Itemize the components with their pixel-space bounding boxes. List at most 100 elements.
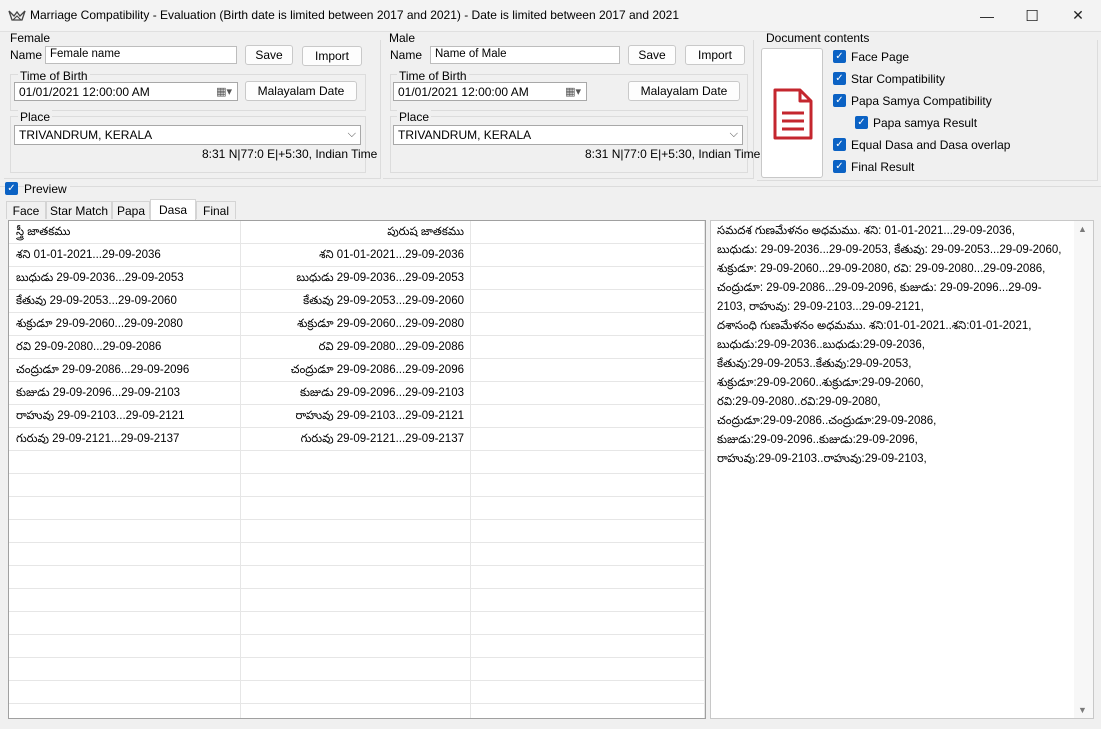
female-name-input[interactable]: Female name <box>45 46 237 64</box>
equal-dasa-checkbox[interactable]: ✓ <box>833 138 846 151</box>
calendar-icon[interactable]: ▦▾ <box>216 85 232 98</box>
tab-final[interactable]: Final <box>196 201 236 219</box>
text-line: రవి:29-09-2080..రవి:29-09-2080, <box>717 396 881 408</box>
final-result-label: Final Result <box>851 160 915 174</box>
table-row[interactable] <box>9 635 705 658</box>
text-line: రాహువు:29-09-2103..రాహువు:29-09-2103, <box>717 453 927 465</box>
male-place-label: Place <box>397 110 432 124</box>
header-female-horoscope: స్త్రీ జాతకము <box>9 221 241 243</box>
female-malayalam-date-button[interactable]: Malayalam Date <box>245 81 357 101</box>
doc-contents-label: Document contents <box>766 31 870 45</box>
text-line: సమదశ గుణమేళనం అధమము. శని: 01-01-2021...2… <box>717 225 1015 237</box>
female-coordinates: 8:31 N|77:0 E|+5:30, Indian Time <box>202 147 378 161</box>
table-row[interactable]: బుధుడు 29-09-2036...29-09-2053 బుధుడు 29… <box>9 267 705 290</box>
star-compatibility-checkbox[interactable]: ✓ <box>833 72 846 85</box>
table-row[interactable]: రవి 29-09-2080...29-09-2086 రవి 29-09-20… <box>9 336 705 359</box>
male-import-button[interactable]: Import <box>685 45 745 65</box>
window-title: Marriage Compatibility - Evaluation (Bir… <box>30 8 680 22</box>
female-tob-value: 01/01/2021 12:00:00 AM <box>19 85 150 99</box>
male-malayalam-date-button[interactable]: Malayalam Date <box>628 81 740 101</box>
chevron-down-icon[interactable]: ⌵ <box>348 128 356 141</box>
document-icon <box>773 88 813 140</box>
tab-face[interactable]: Face <box>6 201 46 219</box>
scroll-down-icon[interactable]: ▼ <box>1078 705 1087 715</box>
table-row[interactable] <box>9 451 705 474</box>
tab-star-match[interactable]: Star Match <box>46 201 112 219</box>
text-line: బుధుడు: 29-09-2036...29-09-2053, కేతువు:… <box>717 244 1062 256</box>
table-row[interactable]: శుక్రుడూ 29-09-2060...29-09-2080 శుక్రుడ… <box>9 313 705 336</box>
tab-papa[interactable]: Papa <box>112 201 150 219</box>
text-line: 2103, రాహువు: 29-09-2103...29-09-2121, <box>717 301 924 313</box>
table-row[interactable] <box>9 566 705 589</box>
male-tob-value: 01/01/2021 12:00:00 AM <box>398 85 529 99</box>
table-row[interactable]: చంద్రుడూ 29-09-2086...29-09-2096 చంద్రుడ… <box>9 359 705 382</box>
male-place-dropdown[interactable]: TRIVANDRUM, KERALA ⌵ <box>393 125 743 145</box>
table-row[interactable]: కేతువు 29-09-2053...29-09-2060 కేతువు 29… <box>9 290 705 313</box>
male-group-label: Male <box>389 31 416 45</box>
female-tob-picker[interactable]: 01/01/2021 12:00:00 AM ▦▾ <box>14 82 238 101</box>
text-line: చంద్రుడూ: 29-09-2086...29-09-2096, కుజుడ… <box>717 282 1042 294</box>
document-button[interactable] <box>761 48 823 178</box>
scroll-up-icon[interactable]: ▲ <box>1078 224 1087 234</box>
female-tob-label: Time of Birth <box>18 69 90 83</box>
text-line: బుధుడు:29-09-2036..బుధుడు:29-09-2036, <box>717 339 926 351</box>
table-row[interactable] <box>9 497 705 520</box>
calendar-icon[interactable]: ▦▾ <box>565 85 581 98</box>
title-bar: Marriage Compatibility - Evaluation (Bir… <box>0 0 1101 32</box>
table-row[interactable]: శని 01-01-2021...29-09-2036 శని 01-01-20… <box>9 244 705 267</box>
male-save-button[interactable]: Save <box>628 45 676 65</box>
minimize-button[interactable]: — <box>964 0 1010 31</box>
male-place-value: TRIVANDRUM, KERALA <box>398 128 532 142</box>
divider <box>0 186 1101 187</box>
male-tob-label: Time of Birth <box>397 69 469 83</box>
papa-samya-result-checkbox[interactable]: ✓ <box>855 116 868 129</box>
table-row[interactable] <box>9 589 705 612</box>
male-coordinates: 8:31 N|77:0 E|+5:30, Indian Time <box>585 147 761 161</box>
papa-samya-compatibility-label: Papa Samya Compatibility <box>851 94 992 108</box>
dasa-grid: స్త్రీ జాతకము పురుష జాతకము శని 01-01-202… <box>8 220 706 719</box>
text-line: శుక్రుడూ: 29-09-2060...29-09-2080, రవి: … <box>717 263 1046 275</box>
tab-dasa[interactable]: Dasa <box>150 199 196 220</box>
text-line: దశాసంధి గుణమేళనం అధమము. శని:01-01-2021..… <box>717 320 1032 332</box>
female-import-button[interactable]: Import <box>302 46 362 66</box>
table-row[interactable]: కుజుడు 29-09-2096...29-09-2103 కుజుడు 29… <box>9 382 705 405</box>
table-row[interactable] <box>9 520 705 543</box>
table-row[interactable] <box>9 681 705 704</box>
chevron-down-icon[interactable]: ⌵ <box>730 128 738 141</box>
grid-header-row: స్త్రీ జాతకము పురుష జాతకము <box>9 221 705 244</box>
table-row[interactable] <box>9 543 705 566</box>
header-male-horoscope: పురుష జాతకము <box>241 221 471 243</box>
text-line: శుక్రుడూ:29-09-2060..శుక్రుడూ:29-09-2060… <box>717 377 924 389</box>
final-result-checkbox[interactable]: ✓ <box>833 160 846 173</box>
text-panel-scrollbar[interactable]: ▲ ▼ <box>1074 221 1093 718</box>
equal-dasa-label: Equal Dasa and Dasa overlap <box>851 138 1011 152</box>
male-tob-picker[interactable]: 01/01/2021 12:00:00 AM ▦▾ <box>393 82 587 101</box>
face-page-label: Face Page <box>851 50 910 64</box>
male-name-input[interactable]: Name of Male <box>430 46 620 64</box>
papa-samya-compatibility-checkbox[interactable]: ✓ <box>833 94 846 107</box>
app-logo-icon <box>8 10 26 21</box>
table-row[interactable] <box>9 612 705 635</box>
preview-checkbox[interactable]: ✓ <box>5 182 18 195</box>
close-button[interactable]: ✕ <box>1055 0 1101 31</box>
male-name-label: Name <box>390 48 423 62</box>
text-line: కుజుడు:29-09-2096..కుజుడు:29-09-2096, <box>717 434 918 446</box>
table-row[interactable] <box>9 658 705 681</box>
table-row[interactable]: రాహువు 29-09-2103...29-09-2121 రాహువు 29… <box>9 405 705 428</box>
text-line: చంద్రుడూ:29-09-2086..చంద్రుడూ:29-09-2086… <box>717 415 937 427</box>
female-place-label: Place <box>18 110 53 124</box>
face-page-checkbox[interactable]: ✓ <box>833 50 846 63</box>
dasa-text-panel[interactable]: సమదశ గుణమేళనం అధమము. శని: 01-01-2021...2… <box>710 220 1094 719</box>
female-group-label: Female <box>10 31 51 45</box>
table-row[interactable] <box>9 474 705 497</box>
female-place-value: TRIVANDRUM, KERALA <box>19 128 153 142</box>
preview-label: Preview <box>24 182 70 196</box>
maximize-button[interactable]: ☐ <box>1009 0 1055 31</box>
table-row[interactable] <box>9 704 705 718</box>
papa-samya-result-label: Papa samya Result <box>873 116 978 130</box>
female-name-label: Name <box>10 48 43 62</box>
table-row[interactable]: గురువు 29-09-2121...29-09-2137 గురువు 29… <box>9 428 705 451</box>
star-compatibility-label: Star Compatibility <box>851 72 946 86</box>
female-place-dropdown[interactable]: TRIVANDRUM, KERALA ⌵ <box>14 125 361 145</box>
female-save-button[interactable]: Save <box>245 45 293 65</box>
